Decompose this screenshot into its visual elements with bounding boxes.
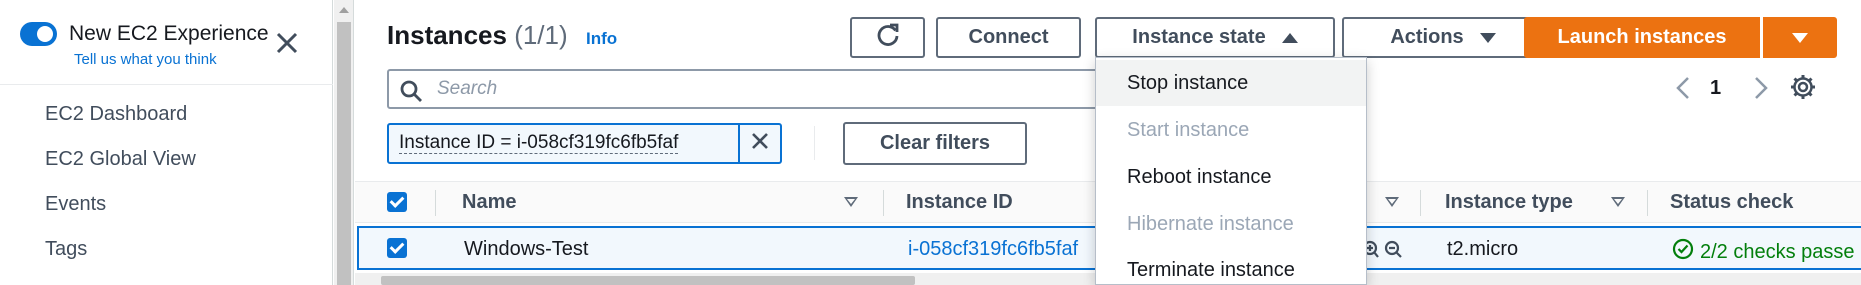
sort-icon[interactable] xyxy=(1611,197,1625,207)
column-divider xyxy=(1420,190,1421,216)
sidebar-item-ec2-global-view[interactable]: EC2 Global View xyxy=(45,148,196,171)
gear-icon[interactable] xyxy=(1790,74,1816,105)
main-content: Instances (1/1) Info Connect Instance st… xyxy=(355,0,1861,285)
vertical-scrollbar[interactable] xyxy=(334,0,354,285)
menu-item-hibernate-instance: Hibernate instance xyxy=(1127,212,1294,235)
close-icon xyxy=(750,131,770,156)
column-divider xyxy=(1647,190,1648,216)
page-title: Instances (1/1) xyxy=(387,20,568,51)
new-experience-toggle[interactable] xyxy=(20,22,57,46)
status-check-text: 2/2 checks passe xyxy=(1700,240,1855,263)
clear-filters-button[interactable]: Clear filters xyxy=(843,122,1027,165)
filter-token-label[interactable]: Instance ID = i-058cf319fc6fb5faf xyxy=(399,133,679,154)
caret-down-icon xyxy=(1792,32,1808,43)
refresh-button[interactable] xyxy=(850,17,925,58)
scroll-up-arrow-icon[interactable] xyxy=(339,7,349,13)
close-icon[interactable] xyxy=(274,30,300,56)
column-header-instance-id[interactable]: Instance ID xyxy=(906,191,1013,214)
cell-status-check: 2/2 checks passe xyxy=(1672,238,1855,266)
refresh-icon xyxy=(875,22,901,54)
menu-item-stop-instance[interactable]: Stop instance xyxy=(1096,60,1366,106)
column-header-name[interactable]: Name xyxy=(462,191,516,214)
page-title-text: Instances xyxy=(387,20,507,50)
instance-state-button[interactable]: Instance state xyxy=(1095,17,1335,58)
connect-button[interactable]: Connect xyxy=(936,17,1081,58)
menu-item-start-instance: Start instance xyxy=(1127,118,1250,141)
search-icon xyxy=(399,79,423,108)
menu-item-reboot-instance[interactable]: Reboot instance xyxy=(1096,154,1366,200)
scrollbar-thumb[interactable] xyxy=(381,276,915,285)
sidebar-item-ec2-dashboard[interactable]: EC2 Dashboard xyxy=(45,103,187,126)
instance-state-label: Instance state xyxy=(1132,26,1266,48)
filter-token: Instance ID = i-058cf319fc6fb5faf xyxy=(387,123,782,164)
chevron-right-icon[interactable] xyxy=(1753,76,1769,105)
select-all-checkbox[interactable] xyxy=(387,192,407,212)
column-divider xyxy=(883,190,884,216)
sidebar-item-tags[interactable]: Tags xyxy=(45,238,87,261)
sort-icon[interactable] xyxy=(844,197,858,207)
sidebar: New EC2 Experience Tell us what you thin… xyxy=(0,0,333,285)
filter-divider xyxy=(814,126,815,160)
chevron-left-icon[interactable] xyxy=(1675,76,1691,105)
column-header-status-check[interactable]: Status check xyxy=(1670,191,1793,214)
sidebar-divider xyxy=(0,84,333,85)
zoom-controls xyxy=(1361,240,1403,265)
new-experience-label: New EC2 Experience xyxy=(69,22,269,45)
column-header-instance-type[interactable]: Instance type xyxy=(1445,191,1573,214)
launch-instances-dropdown-button[interactable] xyxy=(1763,17,1837,58)
actions-button[interactable]: Actions xyxy=(1342,17,1544,58)
sort-icon[interactable] xyxy=(1385,197,1399,207)
zoom-out-icon[interactable] xyxy=(1383,240,1403,264)
actions-label: Actions xyxy=(1390,26,1464,48)
row-checkbox[interactable] xyxy=(387,238,407,258)
search-input[interactable] xyxy=(437,75,1097,103)
cell-instance-id-link[interactable]: i-058cf319fc6fb5faf xyxy=(908,238,1078,261)
column-divider xyxy=(435,190,436,216)
selection-count: (1/1) xyxy=(514,20,568,50)
caret-up-icon xyxy=(1281,32,1298,43)
info-link[interactable]: Info xyxy=(586,29,617,49)
feedback-link[interactable]: Tell us what you think xyxy=(74,51,217,68)
instance-state-menu: Stop instance Start instance Reboot inst… xyxy=(1095,57,1367,285)
search-box xyxy=(387,69,1107,109)
launch-instances-button[interactable]: Launch instances xyxy=(1524,17,1760,58)
current-page-number[interactable]: 1 xyxy=(1710,77,1721,100)
menu-item-terminate-instance[interactable]: Terminate instance xyxy=(1096,247,1366,285)
cell-instance-type: t2.micro xyxy=(1447,238,1519,260)
sidebar-item-events[interactable]: Events xyxy=(45,193,106,216)
caret-down-icon xyxy=(1479,32,1496,43)
filter-token-dismiss-button[interactable] xyxy=(738,125,780,162)
cell-name: Windows-Test xyxy=(464,238,589,260)
check-circle-icon xyxy=(1672,238,1694,266)
scrollbar-thumb[interactable] xyxy=(337,22,351,285)
